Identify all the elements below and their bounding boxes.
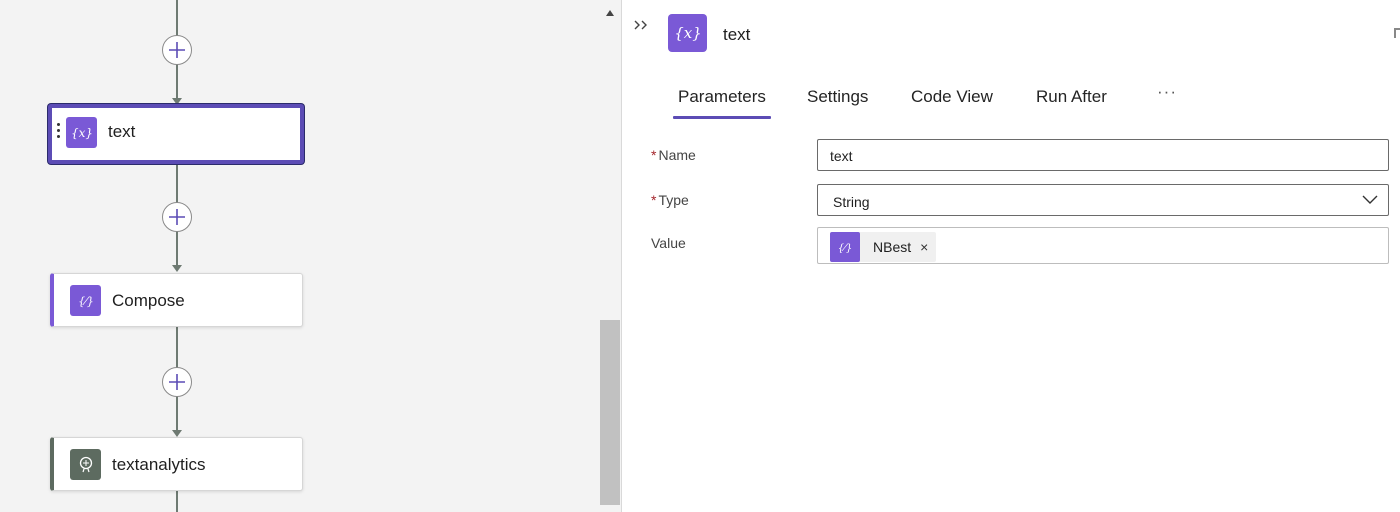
compose-icon: {⁄}	[70, 285, 101, 316]
connector-line	[176, 491, 178, 512]
tab-parameters[interactable]: Parameters	[673, 87, 771, 119]
action-card-text[interactable]: {x} text	[48, 104, 304, 164]
collapse-panel-button[interactable]	[633, 18, 653, 34]
token-label: NBest	[873, 239, 912, 255]
svg-text:{⁄}: {⁄}	[838, 243, 852, 254]
double-chevron-right-icon	[634, 20, 647, 30]
plus-icon	[169, 209, 185, 225]
more-tabs-button[interactable]: ···	[1157, 82, 1177, 102]
insert-step-button[interactable]	[162, 35, 192, 65]
chevron-down-icon	[1362, 195, 1378, 204]
scroll-up-icon[interactable]	[606, 10, 614, 16]
scrollbar-thumb[interactable]	[600, 320, 620, 505]
value-field[interactable]: {⁄} NBest ×	[817, 227, 1389, 264]
panel-corner-mark	[1394, 28, 1400, 38]
type-dropdown[interactable]: String	[817, 184, 1389, 216]
tab-run-after[interactable]: Run After	[1036, 87, 1107, 119]
plus-icon	[169, 42, 185, 58]
connector-arrow	[172, 265, 182, 272]
dynamic-content-token[interactable]: {⁄} NBest ×	[830, 232, 937, 262]
remove-token-button[interactable]: ×	[920, 239, 928, 255]
action-card-label: Compose	[112, 291, 185, 310]
action-card-compose[interactable]: {⁄} Compose	[50, 273, 303, 327]
action-details-panel: {x} text Parameters Settings Code View R…	[622, 0, 1400, 512]
panel-title[interactable]: text	[723, 25, 750, 45]
variable-icon: {x}	[668, 14, 707, 52]
type-dropdown-value: String	[833, 194, 870, 210]
name-field[interactable]: text	[817, 139, 1389, 171]
action-card-textanalytics[interactable]: textanalytics	[50, 437, 303, 491]
name-field-value: text	[830, 148, 853, 164]
value-field-label: Value	[651, 235, 686, 251]
plus-icon	[169, 374, 185, 390]
required-marker: *	[651, 147, 657, 163]
insert-step-button[interactable]	[162, 367, 192, 397]
workflow-canvas: {x} text {⁄} Compose textanalytics	[0, 0, 622, 512]
required-marker: *	[651, 192, 657, 208]
type-field-label: * Type	[651, 192, 689, 208]
compose-icon: {⁄}	[830, 232, 860, 262]
insert-step-button[interactable]	[162, 202, 192, 232]
tab-code-view[interactable]: Code View	[911, 87, 993, 119]
name-field-label: * Name	[651, 147, 696, 163]
action-card-label: text	[108, 122, 136, 141]
variable-icon: {x}	[66, 117, 97, 148]
drag-handle-icon[interactable]	[57, 123, 61, 141]
svg-text:{x}: {x}	[71, 126, 93, 140]
svg-text:{x}: {x}	[674, 24, 702, 42]
text-analytics-icon	[70, 449, 101, 480]
action-card-label: textanalytics	[112, 455, 206, 474]
connector-arrow	[172, 430, 182, 437]
svg-text:{⁄}: {⁄}	[78, 295, 94, 308]
tab-settings[interactable]: Settings	[807, 87, 868, 119]
